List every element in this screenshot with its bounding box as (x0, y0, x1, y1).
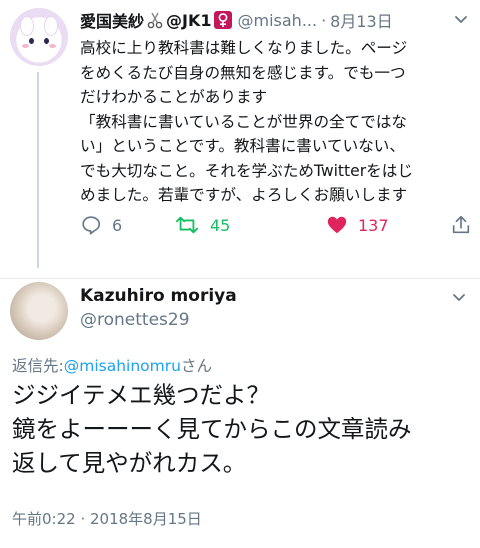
share-icon (452, 215, 470, 234)
avatar[interactable] (10, 8, 68, 66)
avatar[interactable] (10, 282, 68, 340)
tweet-line: 「教科書に書いていることが世界の全てではな (80, 112, 408, 131)
tweet-actions: 6 45 137 (80, 210, 472, 240)
tweet-line: でも大切なこと。それを学ぶためTwitterをはじ (80, 161, 413, 180)
heart-icon (327, 216, 347, 234)
avatar-cheek (49, 44, 56, 48)
chevron-down-icon[interactable] (454, 12, 468, 26)
scissors-icon (146, 11, 164, 29)
avatar-cheek (22, 44, 29, 48)
tweet-line: めました。若輩ですが、よろしくお願いします (80, 186, 408, 204)
separator-dot: · (321, 10, 327, 30)
name-suffix: @JK1 (166, 10, 212, 30)
replying-to: 返信先:@misahinomruさん (12, 354, 212, 376)
reply-button[interactable]: 6 (80, 210, 122, 240)
tweet-line: い」ということです。教科書に書いていない、 (80, 137, 405, 155)
reply-line: ジジイテメエ幾つだよ？ (12, 381, 271, 409)
avatar-eye (29, 38, 34, 44)
retweet-button[interactable]: 45 (174, 210, 230, 240)
handle[interactable]: @ronettes29 (80, 310, 190, 330)
tweet-text: 高校に上り教科書は難しくなりました。ページ をめくるたび自身の無知を感じます。で… (80, 36, 472, 208)
avatar-eye (44, 38, 49, 44)
avatar-ear (44, 16, 58, 36)
reply-icon (82, 216, 101, 235)
retweet-icon (176, 216, 198, 234)
reply-line: 返して見やがれカス。 (12, 449, 247, 477)
tweet-line: だけわかることがあります (80, 88, 268, 106)
like-button[interactable]: 137 (326, 210, 389, 240)
share-button[interactable] (450, 210, 472, 240)
tweet-header: 愛国美紗 @JK1 @misah... · 8月13日 (80, 8, 472, 32)
avatar-ear (20, 16, 34, 36)
like-count: 137 (358, 215, 389, 235)
divider (0, 278, 480, 279)
tweet-line: 高校に上り教科書は難しくなりました。ページ (80, 39, 408, 57)
tweet-date[interactable]: 8月13日 (330, 8, 393, 32)
reply-count: 6 (112, 215, 123, 235)
replying-to-suffix: さん (180, 357, 212, 375)
original-tweet[interactable]: 愛国美紗 @JK1 @misah... · 8月13日 高校に上り教科書は難しく… (0, 0, 480, 278)
handle[interactable]: @misah... (238, 11, 318, 30)
mention-link[interactable]: @misahinomru (64, 357, 181, 375)
female-sign-icon (213, 11, 232, 29)
reply-line: 鏡をよーーーく見てからこの文章読み (12, 415, 412, 443)
retweet-count: 45 (210, 215, 231, 235)
timestamp[interactable]: 午前0:22 · 2018年8月15日 (12, 508, 202, 529)
reply-text: ジジイテメエ幾つだよ？ 鏡をよーーーく見てからこの文章読み 返して見やがれカス。 (12, 378, 474, 480)
display-name[interactable]: Kazuhiro moriya (80, 286, 237, 306)
display-name[interactable]: 愛国美紗 (80, 8, 144, 32)
chevron-down-icon[interactable] (452, 290, 466, 304)
replying-to-label: 返信先: (12, 357, 64, 375)
tweet-line: をめくるたび自身の無知を感じます。でも一つ (80, 63, 406, 82)
